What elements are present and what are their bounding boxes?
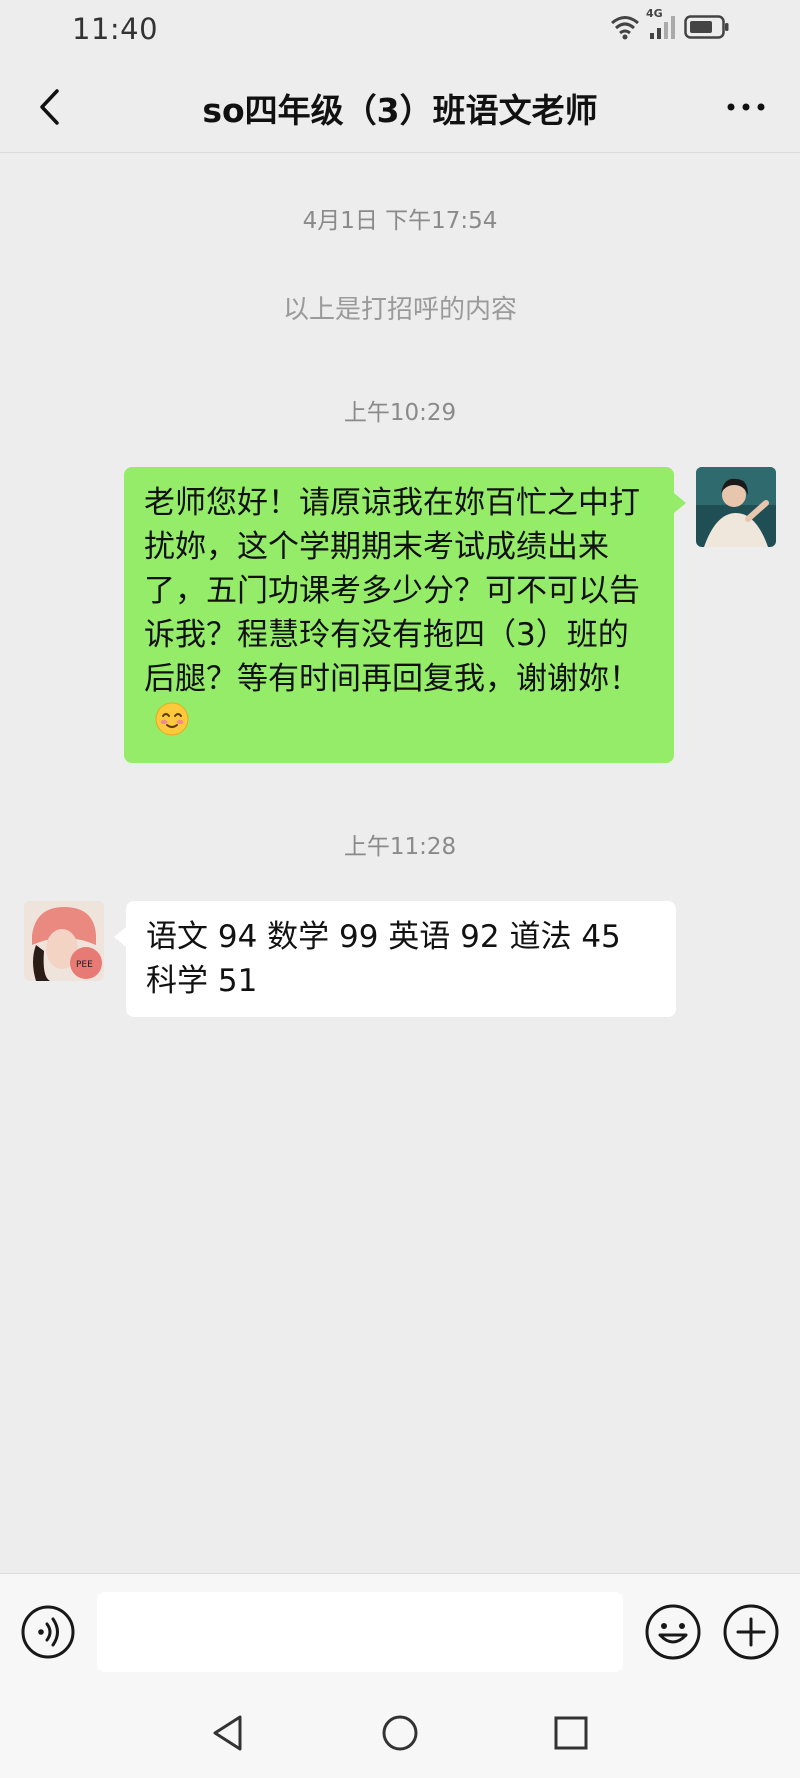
battery-icon	[684, 14, 730, 40]
more-dots-icon	[727, 103, 765, 111]
timestamp: 上午11:28	[343, 834, 457, 860]
voice-icon	[21, 1605, 75, 1659]
my-avatar[interactable]	[696, 467, 776, 547]
emoji-button[interactable]	[644, 1603, 702, 1661]
system-navigation-bar	[0, 1688, 800, 1778]
voice-button[interactable]	[20, 1604, 76, 1660]
triangle-back-icon	[213, 1715, 242, 1751]
message-input-bar	[0, 1573, 800, 1689]
bubble-tail	[114, 927, 126, 947]
timestamp: 上午10:29	[343, 400, 457, 426]
blushing-smile-emoji	[154, 701, 190, 749]
more-functions-button[interactable]	[722, 1603, 780, 1661]
emoji-icon	[645, 1604, 701, 1660]
nav-home-button[interactable]	[377, 1710, 423, 1756]
circle-home-icon	[382, 1715, 418, 1751]
more-options-button[interactable]	[716, 82, 776, 132]
square-recents-icon	[554, 1716, 588, 1750]
message-text: 语文 94 数学 99 英语 92 道法 45 科学 51	[146, 919, 621, 999]
message-input[interactable]	[97, 1592, 623, 1672]
status-icons: 4G	[610, 7, 730, 41]
status-bar: 11:40 4G	[0, 0, 800, 62]
nav-recents-button[interactable]	[548, 1710, 594, 1756]
bubble-tail	[674, 493, 686, 513]
avatar-photo	[696, 467, 776, 547]
network-type-label: 4G	[646, 7, 663, 20]
chat-title: so四年级（3）班语文老师	[202, 91, 598, 130]
chat-header: so四年级（3）班语文老师	[0, 62, 800, 153]
timestamp: 4月1日 下午17:54	[302, 208, 498, 234]
avatar-photo: PEE	[24, 901, 104, 981]
wifi-icon	[610, 14, 640, 40]
message-text: 老师您好！请原谅我在妳百忙之中打扰妳，这个学期期末考试成绩出来了，五门功课考多少…	[144, 485, 640, 697]
status-time: 11:40	[72, 12, 159, 46]
plus-icon	[723, 1604, 779, 1660]
chat-message-list[interactable]: 4月1日 下午17:54 以上是打招呼的内容 上午10:29 老师您好！请原谅我…	[0, 153, 800, 1573]
signal-icon: 4G	[646, 7, 676, 41]
svg-text:PEE: PEE	[76, 960, 93, 970]
sent-message-bubble[interactable]: 老师您好！请原谅我在妳百忙之中打扰妳，这个学期期末考试成绩出来了，五门功课考多少…	[124, 467, 674, 763]
teacher-avatar[interactable]: PEE	[24, 901, 104, 981]
received-message-bubble[interactable]: 语文 94 数学 99 英语 92 道法 45 科学 51	[126, 901, 676, 1017]
system-note: 以上是打招呼的内容	[282, 295, 517, 325]
nav-back-button[interactable]	[205, 1710, 251, 1756]
